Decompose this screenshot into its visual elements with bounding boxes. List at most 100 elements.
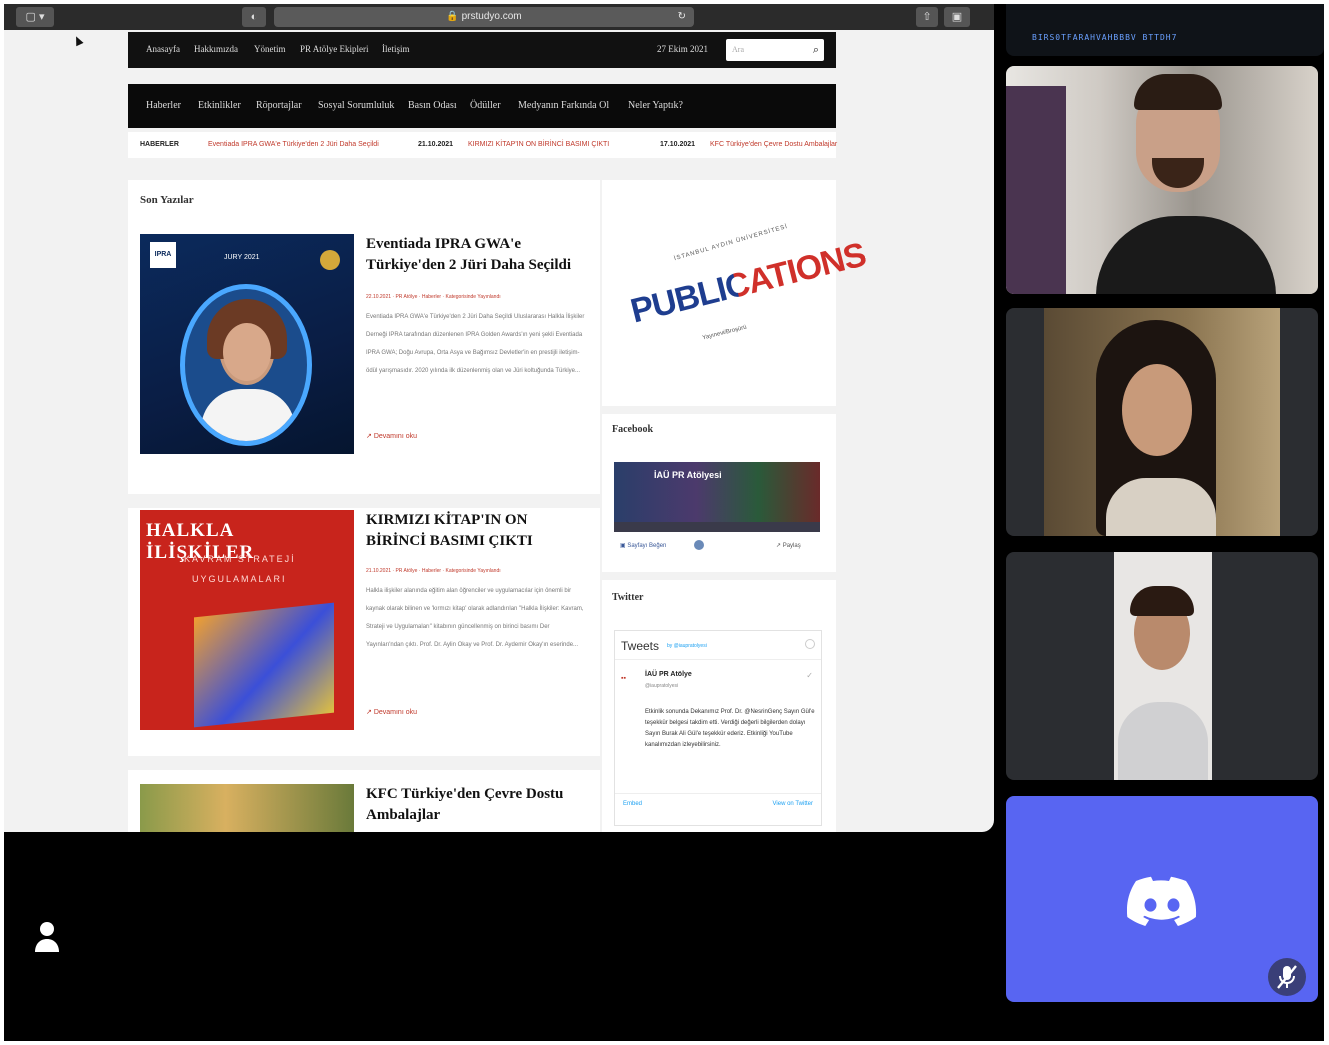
latest-posts: Son Yazılar IPRA JURY 2021 Eventiada IPR… [128,180,600,832]
topnav-item[interactable]: PR Atölye Ekipleri [300,44,369,54]
divider [602,406,836,414]
embed-link[interactable]: Embed [623,801,642,807]
video-tile-participant-2[interactable] [1006,308,1318,536]
top-navigation: Anasayfa Hakkımızda Yönetim PR Atölye Ek… [128,32,836,68]
share-label: Paylaş [782,543,801,549]
privacy-icon[interactable]: ◐ [242,7,266,27]
tweet-username[interactable]: İAÜ PR Atölye [645,671,692,678]
article-thumbnail[interactable]: IPRA JURY 2021 [140,234,354,454]
browser-toolbar: ▢ ▾ ◐ 🔒 prstudyo.com ↻ ⇧ ▣ [4,4,994,30]
view-on-twitter-link[interactable]: View on Twitter [773,801,813,807]
facebook-like-button[interactable]: ▣ Sayfayı Beğen [620,542,666,549]
article-thumbnail[interactable]: HALKLA İLİŞKİLER KAVRAM STRATEJİ UYGULAM… [140,510,354,730]
main-navigation: Haberler Etkinlikler Röportajlar Sosyal … [128,84,836,128]
like-label: Sayfayı Beğen [627,543,667,549]
discord-tile[interactable] [1006,796,1318,1002]
news-ticker: HABERLER Eventiada IPRA GWA'e Türkiye'de… [128,132,837,158]
current-date: 27 Ekim 2021 [657,44,708,54]
sidebar: İSTANBUL AYDIN ÜNİVERSİTESİ PUBLICATIONS… [602,180,870,832]
ticker-item[interactable]: KFC Türkiye'den Çevre Dostu Ambalajlar [710,141,837,148]
publications-bottom-text: Yayınevi/Broşürü [701,324,748,342]
ticker-date: 21.10.2021 [418,141,454,148]
facebook-page-name[interactable]: İAÜ PR Atölyesi [654,470,722,480]
tweets-by[interactable]: by @iaupratolyesi [667,643,707,649]
search-icon[interactable]: ⌕ [813,39,819,61]
tabs-icon[interactable]: ▣ [944,7,970,27]
ticker-date: 17.10.2021 [660,141,696,148]
facebook-share-button[interactable]: ↗ Paylaş [776,542,801,549]
address-bar[interactable]: 🔒 prstudyo.com ↻ [274,7,694,27]
article-card: KFC Türkiye'den Çevre Dostu Ambalajlar [140,784,590,832]
video-tile-participant-3[interactable] [1006,552,1318,780]
mainnav-item[interactable]: Neler Yaptık? [628,100,683,111]
read-more-label: Devamını oku [373,709,417,716]
user-icon[interactable] [32,920,62,954]
tweet-text: Etkinlik sonunda Dekanımız Prof. Dr. @Ne… [645,709,815,748]
call-window: ▢ ▾ ◐ 🔒 prstudyo.com ↻ ⇧ ▣ Anasayfa Hakkı… [4,4,1324,1041]
article-title[interactable]: KIRMIZI KİTAP'IN ON BİRİNCİ BASIMI ÇIKTI [366,510,590,552]
article-meta: 22.10.2021 · PR Atölye · Haberler · Kate… [366,294,501,300]
ticker-item[interactable]: Eventiada IPRA GWA'e Türkiye'den 2 Jüri … [208,141,379,148]
shared-screen: ▢ ▾ ◐ 🔒 prstudyo.com ↻ ⇧ ▣ Anasayfa Hakkı… [4,4,994,832]
facebook-title: Facebook [612,424,654,435]
twitter-title: Twitter [612,592,644,603]
mainnav-item[interactable]: Röportajlar [256,100,302,111]
sidebar-toggle-icon[interactable]: ▢ ▾ [16,7,54,27]
avatar [694,540,704,550]
mainnav-item[interactable]: Haberler [146,100,181,111]
article-card: IPRA JURY 2021 Eventiada IPRA GWA'e Türk… [140,234,590,464]
search-input[interactable]: Ara ⌕ [726,39,824,61]
reload-icon[interactable]: ↻ [678,7,686,27]
article-card: HALKLA İLİŞKİLER KAVRAM STRATEJİ UYGULAM… [140,510,590,740]
tweet-handle[interactable]: @iaupratolyesi [645,683,678,689]
ticker-item[interactable]: KIRMIZI KİTAP'IN ON BİRİNCİ BASIMI ÇIKTI [468,141,609,148]
jury-caption: JURY 2021 [224,254,260,261]
topnav-item[interactable]: Hakkımızda [194,44,238,54]
facebook-widget[interactable]: İAÜ PR Atölyesi [614,462,820,532]
mainnav-item[interactable]: Etkinlikler [198,100,241,111]
twitter-bird-icon: ✓ [806,671,813,680]
tweets-header: Tweets [621,639,660,653]
section-title: Son Yazılar [140,194,194,206]
avatar: ▪▪ [621,675,626,682]
video-tile-participant-1[interactable] [1006,66,1318,294]
strip-text: BIRS0TFARAHVAHBBBV BTTDH7 [1032,33,1178,42]
article-meta: 21.10.2021 · PR Atölye · Haberler · Kate… [366,568,501,574]
article-title[interactable]: KFC Türkiye'den Çevre Dostu Ambalajlar [366,784,590,826]
topnav-item[interactable]: İletişim [382,44,410,54]
divider [602,572,836,580]
article-title[interactable]: Eventiada IPRA GWA'e Türkiye'den 2 Jüri … [366,234,590,276]
article-excerpt: Halkla ilişkiler alanında eğitim alan öğ… [366,588,584,648]
mainnav-item[interactable]: Basın Odası [408,100,457,111]
award-badge-icon [320,250,340,270]
book-subtitle: KAVRAM STRATEJİ [184,554,296,564]
publications-banner[interactable]: İSTANBUL AYDIN ÜNİVERSİTESİ PUBLICATIONS… [622,220,870,370]
mainnav-item[interactable]: Sosyal Sorumluluk [318,100,394,111]
divider [128,494,600,508]
ipra-logo: IPRA [150,242,176,268]
bottom-margin [0,1041,1329,1045]
book-cover-art [194,602,334,728]
article-excerpt: Eventiada IPRA GWA'e Türkiye'den 2 Jüri … [366,314,585,374]
search-placeholder: Ara [732,45,744,54]
stream-strip: BIRS0TFARAHVAHBBBV BTTDH7 [1006,4,1324,56]
twitter-widget[interactable]: Tweets by @iaupratolyesi ▪▪ İAÜ PR Atöly… [614,630,822,826]
cursor-icon [72,34,84,47]
topnav-item[interactable]: Anasayfa [146,44,180,54]
info-icon[interactable] [805,639,815,649]
read-more-label: Devamını oku [373,433,417,440]
portrait-photo [180,284,312,446]
article-thumbnail[interactable] [140,784,354,832]
mainnav-item[interactable]: Ödüller [470,100,501,111]
mic-muted-icon [1268,958,1306,996]
ticker-label: HABERLER [140,141,179,148]
read-more-link[interactable]: ↗ Devamını oku [366,708,417,716]
discord-logo-icon [1127,876,1197,926]
share-icon[interactable]: ⇧ [916,7,938,27]
book-subtitle: UYGULAMALARI [192,574,287,584]
divider [128,756,600,770]
publications-word: PUBLICATIONS [626,235,870,331]
topnav-item[interactable]: Yönetim [254,44,286,54]
read-more-link[interactable]: ↗ Devamını oku [366,432,417,440]
mainnav-item[interactable]: Medyanın Farkında Ol [518,100,609,111]
